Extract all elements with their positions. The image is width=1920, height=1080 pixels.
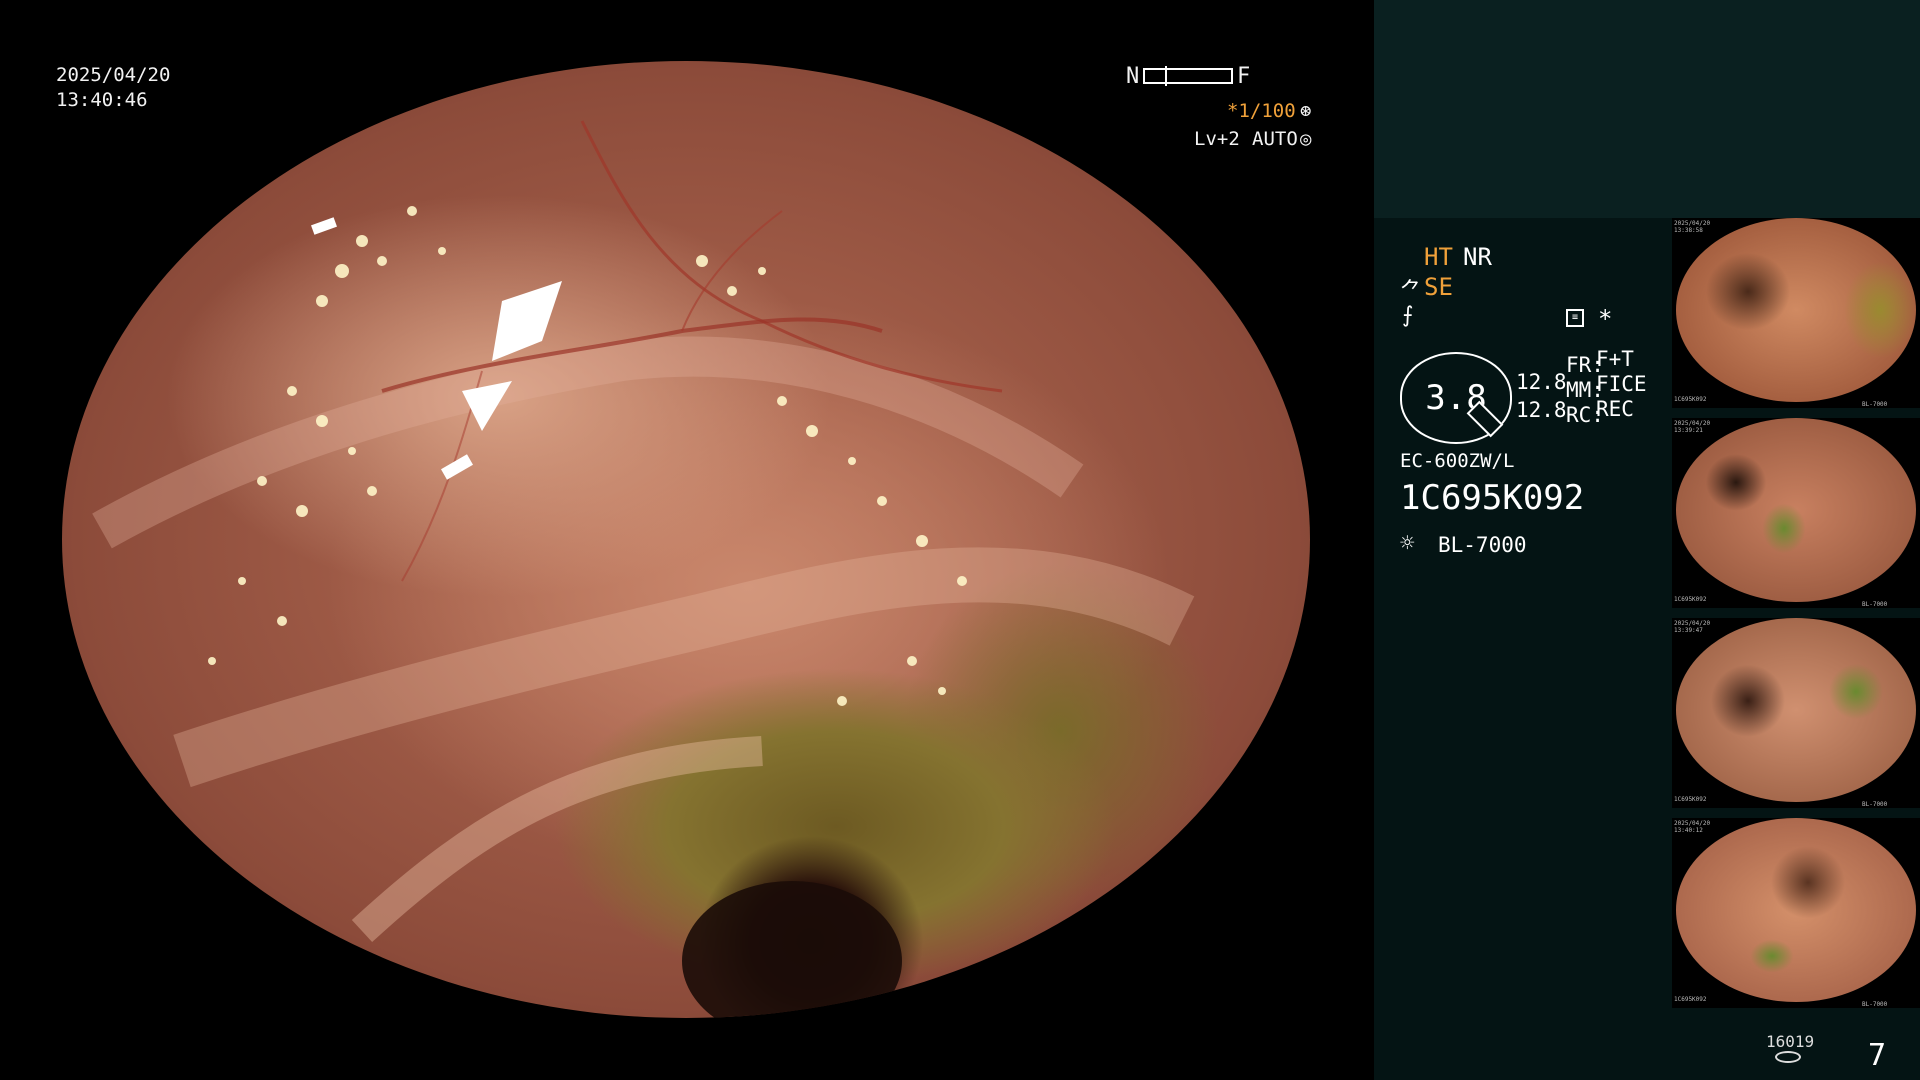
far-label: F <box>1237 64 1251 89</box>
mm-value: FICE <box>1596 372 1647 396</box>
rc-value: REC <box>1596 397 1634 421</box>
scope-model: EC-600ZW/L <box>1400 450 1515 472</box>
thumbnail-3-light: BL-7000 <box>1862 801 1888 808</box>
thumbnail-3-date: 2025/04/20 <box>1674 620 1711 627</box>
thumbnail-4-light: BL-7000 <box>1862 1001 1888 1008</box>
value-two: 12.8 <box>1516 398 1567 422</box>
panel-top-area <box>1374 0 1920 218</box>
ht-mode: HT <box>1424 243 1453 271</box>
thumbnail-4-date: 2025/04/20 <box>1674 820 1711 827</box>
thumbnail-3-image <box>1676 618 1916 802</box>
thumbnail-1-date: 2025/04/20 <box>1674 220 1711 227</box>
iris-icon: ◎ <box>1300 128 1312 150</box>
thumbnail-2-image <box>1676 418 1916 602</box>
thumbnail-4-time: 13:40:12 <box>1674 827 1703 834</box>
near-label: N <box>1126 64 1140 89</box>
focus-scale <box>1143 66 1233 86</box>
fr-value: F+T <box>1596 347 1634 371</box>
brightness-level: Lv+2 <box>1194 128 1240 150</box>
thumbnail-2-time: 13:39:21 <box>1674 427 1703 434</box>
light-source: BL-7000 <box>1438 533 1527 557</box>
se-mode: SE <box>1424 273 1453 301</box>
focus-indicator <box>1165 66 1167 86</box>
thumbnail-1[interactable]: 2025/04/20 13:38:58 1C695K092 BL-7000 <box>1672 218 1920 408</box>
thumbnail-4-serial: 1C695K092 <box>1674 996 1707 1003</box>
iris-mode: AUTO <box>1252 128 1298 150</box>
scope-serial: 1C695K092 <box>1400 478 1585 518</box>
value-one: 12.8 <box>1516 370 1567 394</box>
thumbnail-1-serial: 1C695K092 <box>1674 396 1707 403</box>
thumbnail-1-light: BL-7000 <box>1862 401 1888 408</box>
thumbnail-3-serial: 1C695K092 <box>1674 796 1707 803</box>
thumbnail-3-time: 13:39:47 <box>1674 627 1703 634</box>
settings-icon: ≡ <box>1566 309 1584 327</box>
thumbnail-4[interactable]: 2025/04/20 13:40:12 1C695K092 BL-7000 <box>1672 818 1920 1008</box>
thumbnail-2[interactable]: 2025/04/20 13:39:21 1C695K092 BL-7000 <box>1672 418 1920 608</box>
structure-enhance-icon: ⺈ <box>1400 279 1423 304</box>
thumbnail-2-light: BL-7000 <box>1862 601 1888 608</box>
light-source-icon: ☼ <box>1400 529 1415 557</box>
thumbnail-1-image <box>1676 218 1916 402</box>
endoscope-live-image <box>62 61 1310 1018</box>
storage-icon <box>1775 1051 1801 1063</box>
capture-time: 13:40:46 <box>56 89 148 111</box>
thumbnail-1-time: 13:38:58 <box>1674 227 1703 234</box>
shutter-speed: *1/100 <box>1227 100 1296 122</box>
mucosa-illustration <box>92 120 1195 1018</box>
asterisk-marker: * <box>1598 305 1613 333</box>
thumbnail-2-date: 2025/04/20 <box>1674 420 1711 427</box>
image-count: 7 <box>1868 1038 1887 1073</box>
color-mode-icon: ⨍ <box>1402 303 1414 328</box>
thumbnail-3[interactable]: 2025/04/20 13:39:47 1C695K092 BL-7000 <box>1672 618 1920 808</box>
nr-mode: NR <box>1463 243 1492 271</box>
thumbnail-2-serial: 1C695K092 <box>1674 596 1707 603</box>
capture-date: 2025/04/20 <box>56 64 171 86</box>
shutter-icon: ⊛ <box>1300 100 1312 122</box>
storage-count: 16019 <box>1766 1032 1815 1051</box>
thumbnail-4-image <box>1676 818 1916 1002</box>
